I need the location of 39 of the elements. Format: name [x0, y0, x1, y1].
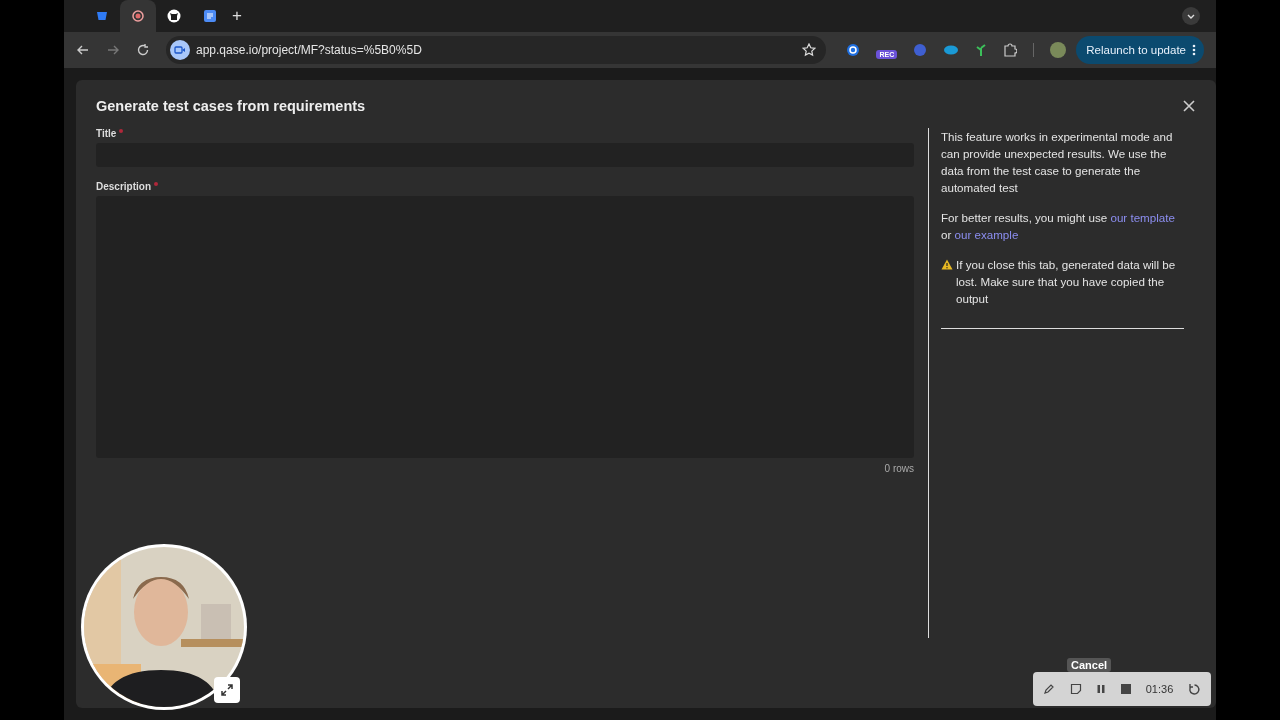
- bucket-icon: [96, 10, 108, 22]
- more-icon: [1192, 44, 1196, 56]
- address-bar[interactable]: app.qase.io/project/MF?status=%5B0%5D: [166, 36, 827, 64]
- warning-text: If you close this tab, generated data will be lost. Make sure that you have copied the output: [956, 257, 1177, 307]
- reload-icon[interactable]: [136, 43, 150, 57]
- forward-icon[interactable]: [106, 43, 120, 57]
- camera-icon: [170, 40, 190, 60]
- sprout-icon[interactable]: [975, 43, 988, 57]
- avatar-icon[interactable]: [1050, 42, 1067, 58]
- expand-button[interactable]: [214, 677, 240, 703]
- browser-tab[interactable]: [120, 0, 156, 32]
- row-count: 0 rows: [884, 463, 914, 474]
- star-icon[interactable]: [802, 43, 817, 57]
- document-icon: [203, 9, 217, 23]
- field-label: Description: [96, 181, 151, 192]
- warning-icon: [941, 259, 953, 270]
- info-paragraph: This feature works in experimental mode and can provide unexpected results. We use the data from the test case to generate the automated test: [941, 129, 1174, 196]
- example-link[interactable]: our example: [954, 228, 1019, 241]
- dialog-title: Generate test cases from requirements: [96, 98, 366, 114]
- pause-icon[interactable]: [1096, 684, 1107, 694]
- close-icon[interactable]: [1182, 99, 1196, 113]
- note-icon[interactable]: [1069, 683, 1082, 695]
- expand-icon: [221, 684, 233, 696]
- template-link[interactable]: our template: [1110, 211, 1175, 224]
- tip-paragraph: For better results, you might use our template or our example: [941, 210, 1176, 243]
- puzzle-icon[interactable]: [1003, 43, 1018, 57]
- record-icon: [132, 10, 144, 22]
- cancel-button[interactable]: Cancel: [1067, 658, 1112, 672]
- restart-icon[interactable]: [1187, 682, 1201, 696]
- field-label: Title: [96, 128, 117, 139]
- chevron-down-icon[interactable]: [1182, 7, 1200, 25]
- extension-icon[interactable]: [846, 43, 861, 57]
- cloud-icon[interactable]: [943, 44, 960, 56]
- stop-icon[interactable]: [1121, 684, 1132, 694]
- new-tab-button[interactable]: +: [232, 6, 242, 26]
- pencil-icon[interactable]: [1043, 683, 1055, 695]
- recording-timer: 01:36: [1145, 683, 1174, 695]
- relaunch-button[interactable]: Relaunch to update: [1076, 36, 1204, 64]
- back-icon[interactable]: [76, 43, 90, 57]
